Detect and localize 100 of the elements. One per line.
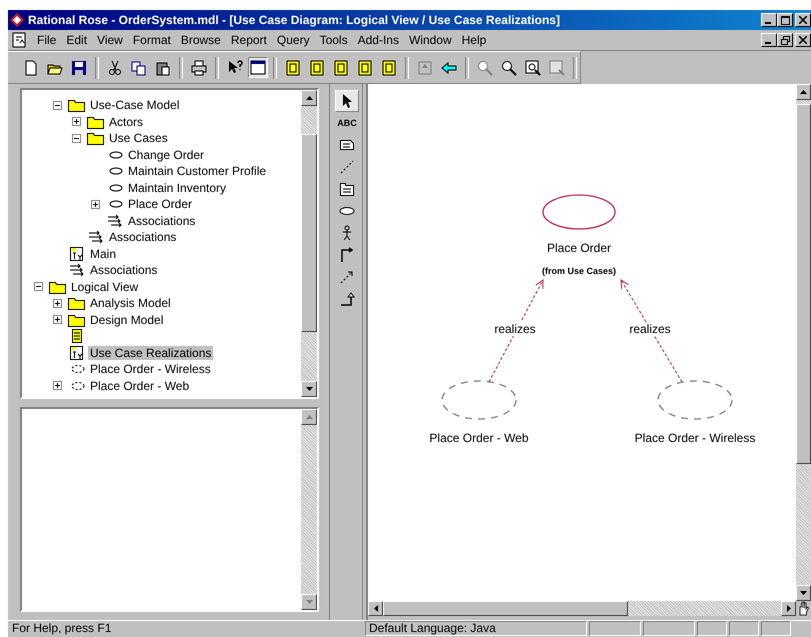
tree-item[interactable]: Use Case Realizations <box>88 346 214 360</box>
component-diagram-icon[interactable] <box>333 60 350 76</box>
expand-toggle[interactable] <box>53 298 62 308</box>
tree-item[interactable]: Main <box>88 246 118 261</box>
up-arrow-icon[interactable] <box>800 90 807 94</box>
help-pointer-icon[interactable] <box>226 60 243 76</box>
expand-toggle[interactable] <box>91 200 100 209</box>
diagram-icon <box>68 246 86 261</box>
tree-item[interactable]: Associations <box>88 263 160 278</box>
link-label: realizes <box>629 322 671 336</box>
collapse-toggle[interactable] <box>53 100 62 110</box>
tree-item[interactable]: Associations <box>107 230 178 244</box>
expand-toggle[interactable] <box>53 315 62 324</box>
paste-icon[interactable] <box>155 60 172 76</box>
tree-item[interactable]: Analysis Model <box>88 296 173 310</box>
folder-icon <box>68 98 86 112</box>
new-file-icon[interactable] <box>23 60 40 76</box>
menu-item[interactable]: Report <box>226 33 272 47</box>
up-arrow-icon[interactable] <box>306 96 312 100</box>
link-label: realizes <box>494 322 536 336</box>
collapse-toggle[interactable] <box>34 282 43 292</box>
right-arrow-icon[interactable] <box>786 605 790 612</box>
menu-item[interactable]: View <box>92 33 128 47</box>
save-icon[interactable] <box>71 60 88 76</box>
zoom-in-icon[interactable] <box>477 60 494 76</box>
down-arrow-icon[interactable] <box>306 387 312 391</box>
menu-item[interactable]: Add-Ins <box>352 33 404 47</box>
node-label: Place Order - Wireless <box>634 431 756 445</box>
tree-item[interactable]: Associations <box>126 214 198 228</box>
tree-item[interactable]: Place Order - Web <box>88 378 192 393</box>
realization-arrow[interactable] <box>488 280 544 382</box>
menu-item[interactable]: Tools <box>314 33 353 47</box>
realization-ellipse[interactable] <box>441 380 517 420</box>
package-icon <box>339 181 355 197</box>
scrollbar[interactable] <box>301 90 317 397</box>
realization-arrow[interactable] <box>620 280 682 382</box>
note-icon <box>339 137 355 153</box>
zoom-out-icon[interactable] <box>501 60 518 76</box>
close-button[interactable] <box>795 13 811 27</box>
close-icon <box>799 36 807 44</box>
left-arrow-icon[interactable] <box>374 605 378 612</box>
fit-window-icon[interactable] <box>525 60 542 76</box>
back-arrow-icon[interactable] <box>441 60 458 76</box>
maximize-button[interactable] <box>777 13 793 27</box>
tree-item[interactable]: Maintain Inventory <box>126 180 228 195</box>
realization-ellipse[interactable] <box>657 380 733 420</box>
print-icon[interactable] <box>191 60 208 76</box>
collapse-toggle[interactable] <box>72 134 81 143</box>
tree-item[interactable]: Place Order - Wireless <box>88 362 213 376</box>
undo-fit-icon[interactable] <box>549 60 566 76</box>
folder-icon <box>68 312 86 327</box>
cut-icon[interactable] <box>107 60 124 76</box>
maximize-icon <box>780 16 790 24</box>
association-icon <box>339 247 355 263</box>
window-icon <box>250 60 266 76</box>
browser-toggle-button[interactable] <box>248 57 268 78</box>
folder-icon <box>49 280 67 294</box>
pointer-tool[interactable] <box>335 90 359 112</box>
activity-diagram-icon[interactable] <box>309 60 326 76</box>
tree-item[interactable]: Use Cases <box>107 131 170 146</box>
scrollbar[interactable] <box>796 84 811 601</box>
restore-button[interactable] <box>777 33 793 47</box>
status-panel <box>729 621 759 636</box>
scrollbar[interactable] <box>368 601 796 616</box>
dependency-icon <box>339 269 355 285</box>
tree-item[interactable]: Place Order <box>126 197 194 212</box>
down-arrow-icon[interactable] <box>800 591 807 595</box>
copy-icon[interactable] <box>131 60 148 76</box>
expand-toggle[interactable] <box>72 117 81 126</box>
use-case-diagram-icon[interactable] <box>357 60 374 76</box>
tree-item[interactable]: Maintain Customer Profile <box>126 164 268 178</box>
menu-item[interactable]: File <box>32 33 62 47</box>
tree-item[interactable]: Change Order <box>126 148 206 162</box>
text-tool[interactable]: ABC <box>335 112 359 134</box>
menu-item[interactable]: Browse <box>176 33 226 47</box>
expand-toggle[interactable] <box>53 381 62 390</box>
status-text: For Help, press F1 <box>11 621 112 636</box>
diagram-canvas[interactable]: Place Order (from Use Cases) Place Order - Web Place Order - Wireless realizes realizes <box>368 84 796 601</box>
minimize-button[interactable] <box>761 33 777 47</box>
deployment-diagram-icon[interactable] <box>381 60 398 76</box>
tree-item[interactable]: Use-Case Model <box>88 98 182 112</box>
anchor-icon <box>339 159 355 175</box>
tree-item[interactable]: Logical View <box>69 280 140 294</box>
use-case-ellipse[interactable] <box>542 194 616 230</box>
close-button[interactable] <box>795 33 811 47</box>
menu-item[interactable]: Help <box>456 33 492 47</box>
menu-item[interactable]: Window <box>404 33 457 47</box>
menu-item[interactable]: Edit <box>61 33 92 47</box>
menu-item[interactable]: Format <box>128 33 176 47</box>
tree-item[interactable]: Actors <box>107 114 146 129</box>
folder-icon <box>68 296 86 310</box>
folder-icon <box>87 114 105 129</box>
tree-item[interactable]: Design Model <box>88 312 166 327</box>
arrows-icon <box>87 230 105 244</box>
status-panel <box>643 621 695 636</box>
document-icon[interactable] <box>12 32 28 48</box>
menu-item[interactable]: Query <box>272 33 315 47</box>
node-sublabel: (from Use Cases) <box>542 266 616 277</box>
class-diagram-icon[interactable] <box>285 60 302 76</box>
minimize-button[interactable] <box>761 13 777 27</box>
